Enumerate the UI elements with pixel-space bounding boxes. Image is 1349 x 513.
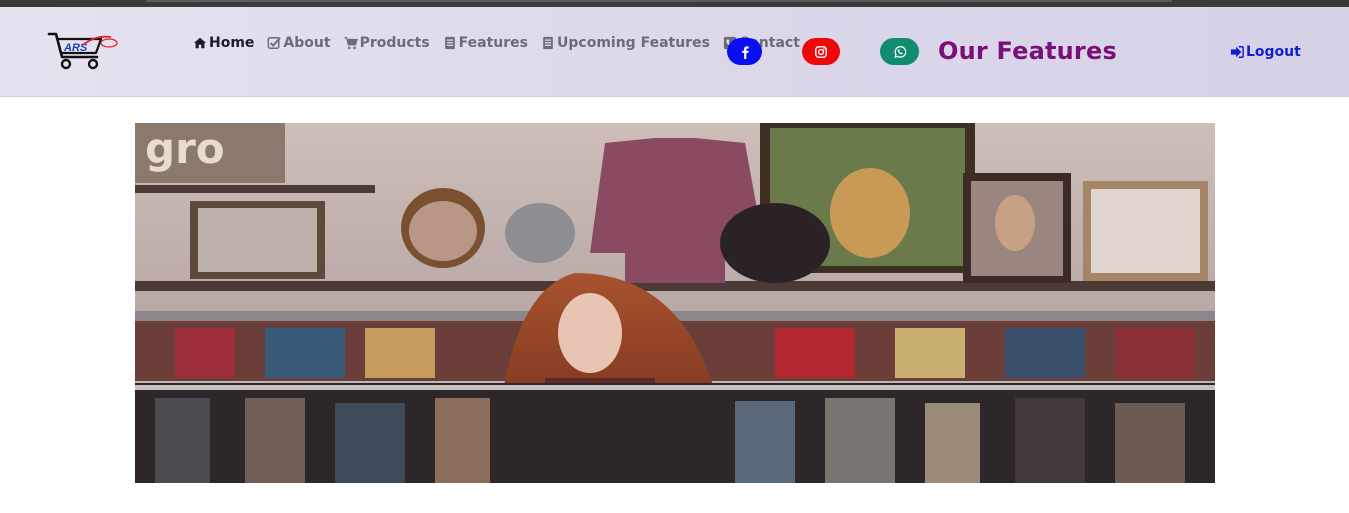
document-icon — [444, 36, 455, 50]
check-icon — [268, 37, 282, 49]
cart-icon — [344, 37, 358, 50]
nav-home-label: Home — [209, 35, 255, 51]
nav-upcoming-features[interactable]: Upcoming Features — [541, 35, 710, 51]
document-icon — [543, 36, 553, 50]
facebook-icon — [741, 45, 749, 59]
instagram-icon — [815, 45, 827, 58]
nav-upcoming-features-label: Upcoming Features — [557, 35, 710, 51]
logout-icon — [1230, 46, 1244, 58]
nav-home[interactable]: Home — [193, 35, 254, 51]
navbar: ARS Home About Products Features Upcomin… — [0, 7, 1349, 97]
nav-about[interactable]: About — [267, 35, 331, 51]
whatsapp-button[interactable] — [880, 38, 919, 65]
nav-features[interactable]: Features — [443, 35, 528, 51]
whatsapp-icon — [893, 45, 906, 58]
facebook-button[interactable] — [727, 38, 762, 65]
nav-about-label: About — [283, 35, 331, 51]
instagram-button[interactable] — [802, 38, 840, 65]
nav-features-label: Features — [458, 35, 529, 51]
home-icon — [193, 37, 207, 49]
main-nav: Home About Products Features Upcoming Fe… — [193, 35, 800, 51]
page-title: Our Features — [938, 37, 1117, 65]
logout-button[interactable]: Logout — [1230, 44, 1301, 60]
browser-top-strip — [0, 0, 1349, 7]
brand-logo[interactable]: ARS — [47, 31, 119, 71]
hero-image: gro — [135, 123, 1215, 483]
store-sign-text: gro — [145, 124, 225, 173]
logout-label: Logout — [1246, 44, 1301, 60]
nav-products[interactable]: Products — [344, 35, 430, 51]
cart-logo-icon: ARS — [47, 32, 118, 70]
store-photo: gro — [135, 123, 1215, 483]
top-strip-highlight — [146, 0, 1172, 2]
nav-products-label: Products — [359, 35, 430, 51]
